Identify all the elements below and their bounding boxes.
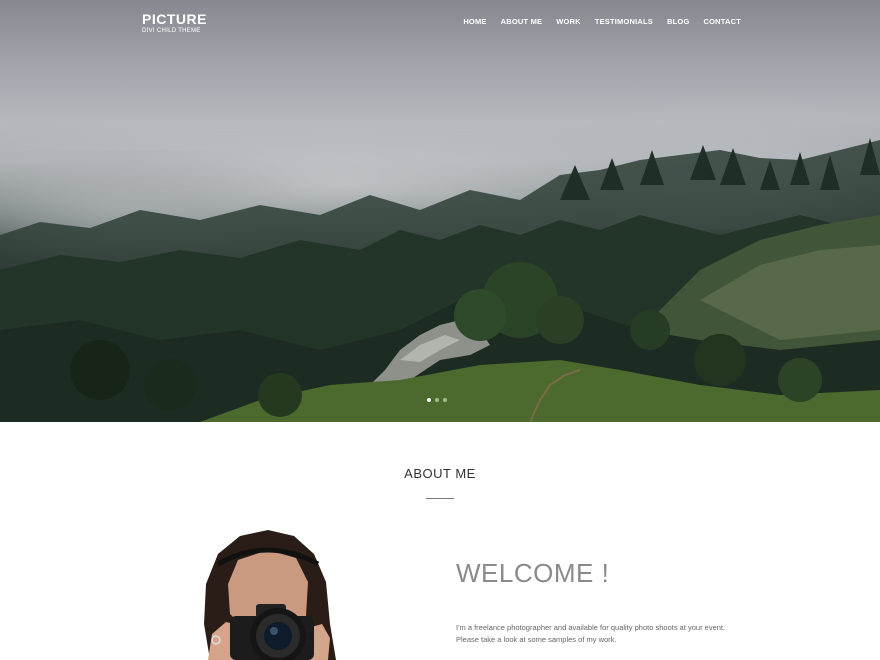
intro-line-1: I'm a freelance photographer and availab…: [456, 623, 726, 632]
intro-line-2: Please take a look at some samples of my…: [456, 635, 617, 644]
nav-item-work[interactable]: WORK: [556, 17, 581, 27]
site-logo[interactable]: PICTURE DIVI CHILD THEME: [142, 12, 207, 35]
slider-dots: [427, 398, 447, 402]
logo-subtitle: DIVI CHILD THEME: [142, 28, 201, 34]
slider-dot-2[interactable]: [435, 398, 439, 402]
hero-forest-image: [0, 138, 880, 422]
nav-item-testimonials[interactable]: TESTIMONIALS: [595, 17, 653, 27]
nav-item-about-me[interactable]: ABOUT ME: [501, 17, 543, 27]
nav-item-home[interactable]: HOME: [463, 17, 486, 27]
hero-slider: [0, 0, 880, 422]
photographer-image: [204, 530, 336, 660]
main-nav: HOME ABOUT ME WORK TESTIMONIALS BLOG CON…: [449, 17, 741, 27]
nav-item-blog[interactable]: BLOG: [667, 17, 689, 27]
section-title-about: ABOUT ME: [404, 466, 476, 481]
logo-title: PICTURE: [142, 11, 207, 27]
section-divider: [426, 498, 454, 499]
welcome-heading: WELCOME !: [456, 558, 610, 588]
intro-text: I'm a freelance photographer and availab…: [456, 622, 776, 646]
slider-dot-1[interactable]: [427, 398, 431, 402]
nav-item-contact[interactable]: CONTACT: [703, 17, 741, 27]
slider-dot-3[interactable]: [443, 398, 447, 402]
